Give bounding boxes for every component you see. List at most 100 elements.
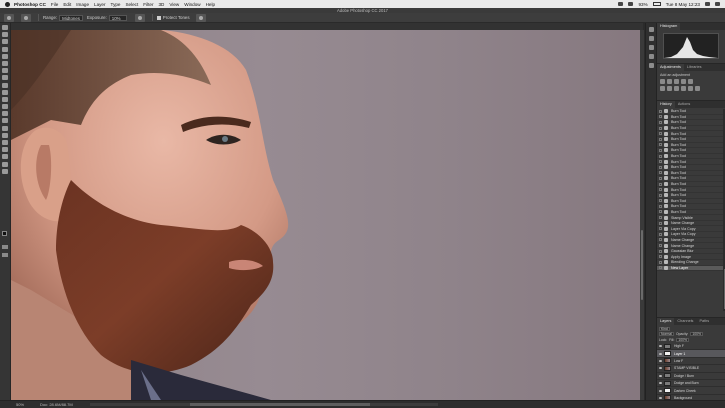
clone-stamp-tool-icon[interactable]: [2, 82, 8, 88]
layer-thumbnail[interactable]: [664, 388, 671, 394]
eye-icon[interactable]: [659, 367, 662, 370]
canvas-horizontal-scrollbar[interactable]: [90, 403, 438, 406]
spotlight-icon[interactable]: [705, 2, 710, 6]
layer-name[interactable]: Darken Cheek: [674, 389, 696, 393]
tab-actions[interactable]: Actions: [675, 101, 693, 108]
history-brush-source-checkbox[interactable]: [659, 266, 662, 270]
layer-row[interactable]: STAMP VISIBLE: [657, 365, 725, 373]
photo-filter-icon[interactable]: [681, 86, 686, 91]
layer-row[interactable]: Low F: [657, 358, 725, 366]
path-select-tool-icon[interactable]: [2, 140, 8, 145]
layer-thumbnail[interactable]: [664, 358, 671, 364]
brush-tool-icon[interactable]: [2, 75, 8, 81]
pressure-size-icon[interactable]: [195, 13, 206, 22]
brightness-contrast-icon[interactable]: [660, 79, 665, 84]
brush-panel-icon[interactable]: [648, 54, 654, 59]
layer-name[interactable]: STAMP VISIBLE: [674, 366, 699, 370]
quick-select-tool-icon[interactable]: [2, 46, 8, 52]
scrollbar-thumb[interactable]: [190, 403, 370, 406]
history-brush-source-checkbox[interactable]: [659, 238, 662, 242]
menu-3d[interactable]: 3D: [158, 2, 164, 7]
layer-thumbnail[interactable]: [664, 373, 671, 379]
history-brush-source-checkbox[interactable]: [659, 109, 662, 113]
history-brush-source-checkbox[interactable]: [659, 249, 662, 253]
layer-thumbnail[interactable]: [664, 395, 671, 401]
exposure-icon[interactable]: [681, 79, 686, 84]
history-brush-source-checkbox[interactable]: [659, 193, 662, 197]
history-brush-source-checkbox[interactable]: [659, 171, 662, 175]
histogram-panel-icon[interactable]: [648, 27, 654, 32]
history-brush-source-checkbox[interactable]: [659, 165, 662, 169]
layer-name[interactable]: Low F: [674, 359, 683, 363]
history-brush-tool-icon[interactable]: [2, 89, 8, 95]
marquee-tool-icon[interactable]: [2, 32, 8, 38]
layer-row[interactable]: Layer 1: [657, 350, 725, 358]
tab-adjustments[interactable]: Adjustments: [657, 64, 684, 71]
menu-view[interactable]: View: [169, 2, 179, 7]
menu-filter[interactable]: Filter: [143, 2, 153, 7]
history-item[interactable]: New Layer: [657, 265, 723, 272]
screen-mode-icon[interactable]: [2, 253, 8, 257]
blend-mode-select[interactable]: Normal: [659, 332, 674, 336]
history-brush-source-checkbox[interactable]: [659, 137, 662, 141]
levels-icon[interactable]: [667, 79, 672, 84]
tab-paths[interactable]: Paths: [696, 318, 712, 325]
eye-icon[interactable]: [659, 352, 662, 355]
history-brush-source-checkbox[interactable]: [659, 221, 662, 225]
layer-name[interactable]: Dodge / Burn: [674, 374, 694, 378]
hand-tool-icon[interactable]: [2, 154, 8, 160]
menu-layer[interactable]: Layer: [94, 2, 106, 7]
range-select[interactable]: Midtones: [59, 14, 83, 21]
tab-libraries[interactable]: Libraries: [684, 64, 705, 71]
history-brush-source-checkbox[interactable]: [659, 260, 662, 264]
info-panel-icon[interactable]: [648, 36, 654, 41]
layer-row[interactable]: Darken Cheek: [657, 387, 725, 395]
history-brush-source-checkbox[interactable]: [659, 199, 662, 203]
blur-tool-icon[interactable]: [2, 111, 8, 117]
eye-icon[interactable]: [659, 359, 662, 362]
dodge-burn-tool-icon[interactable]: [2, 118, 8, 124]
eye-icon[interactable]: [659, 382, 662, 385]
layer-row[interactable]: Dodge and Burn: [657, 380, 725, 388]
layer-name[interactable]: Layer 1: [674, 352, 685, 356]
menu-edit[interactable]: Edit: [63, 2, 71, 7]
color-lookup-icon[interactable]: [695, 86, 700, 91]
more-tools-icon[interactable]: [2, 168, 8, 174]
history-brush-source-checkbox[interactable]: [659, 232, 662, 236]
color-balance-icon[interactable]: [667, 86, 672, 91]
pen-tool-icon[interactable]: [2, 125, 8, 131]
layer-thumbnail[interactable]: [664, 343, 671, 349]
history-brush-source-checkbox[interactable]: [659, 227, 662, 231]
canvas-vertical-scrollbar[interactable]: [640, 30, 644, 400]
canvas[interactable]: [11, 30, 640, 400]
menu-file[interactable]: File: [51, 2, 58, 7]
battery-icon[interactable]: [652, 2, 661, 6]
foreground-color-swatch[interactable]: [2, 231, 7, 236]
history-brush-source-checkbox[interactable]: [659, 176, 662, 180]
opacity-field[interactable]: 100%: [690, 332, 704, 336]
healing-brush-tool-icon[interactable]: [2, 68, 8, 74]
history-brush-source-checkbox[interactable]: [659, 126, 662, 130]
eye-icon[interactable]: [659, 396, 662, 399]
menu-select[interactable]: Select: [125, 2, 138, 7]
layer-thumbnail[interactable]: [664, 351, 671, 357]
tab-layers[interactable]: Layers: [657, 318, 675, 325]
layer-thumbnail[interactable]: [664, 380, 671, 386]
notification-center-icon[interactable]: [715, 2, 720, 6]
tab-channels[interactable]: Channels: [674, 318, 696, 325]
apple-icon[interactable]: [5, 1, 10, 7]
properties-panel-icon[interactable]: [648, 45, 654, 50]
clone-source-icon[interactable]: [648, 63, 654, 68]
zoom-level[interactable]: 50%: [16, 401, 24, 408]
crop-tool-icon[interactable]: [2, 53, 8, 59]
layer-row[interactable]: High F: [657, 343, 725, 351]
gradient-tool-icon[interactable]: [2, 104, 8, 110]
scrollbar-thumb[interactable]: [641, 230, 643, 300]
layer-name[interactable]: Background: [674, 396, 692, 400]
airbrush-icon[interactable]: [134, 13, 145, 22]
tab-history[interactable]: History: [657, 101, 675, 108]
history-brush-source-checkbox[interactable]: [659, 160, 662, 164]
hue-saturation-icon[interactable]: [660, 86, 665, 91]
history-brush-source-checkbox[interactable]: [659, 188, 662, 192]
history-brush-source-checkbox[interactable]: [659, 143, 662, 147]
